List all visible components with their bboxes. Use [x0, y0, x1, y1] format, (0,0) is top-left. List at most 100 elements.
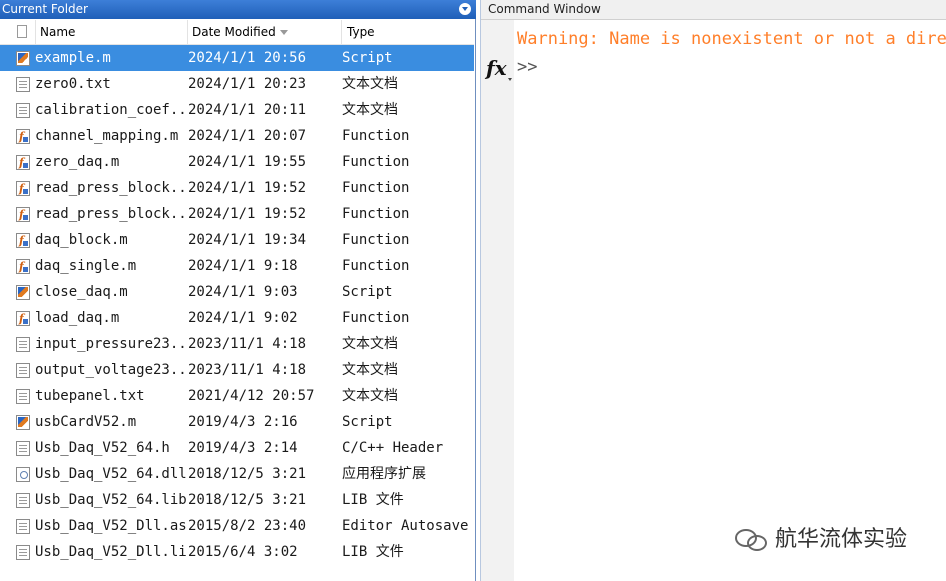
file-row[interactable]: Usb_Daq_V52_64.lib 2018/12/5 3:21 LIB 文件: [0, 487, 474, 513]
column-header-icon[interactable]: [0, 20, 36, 44]
file-date-modified: 2018/12/5 3:21: [188, 466, 307, 482]
file-type: Function: [342, 154, 410, 170]
file-type: Function: [342, 180, 410, 196]
file-date-modified: 2024/1/1 9:02: [188, 310, 298, 326]
script-icon: [16, 51, 30, 66]
command-window-titlebar[interactable]: Command Window: [481, 0, 946, 20]
function-icon: [16, 181, 30, 196]
file-date-modified: 2024/1/1 19:55: [188, 154, 307, 170]
file-row[interactable]: input_pressure23... 2023/11/1 4:18 文本文档: [0, 331, 474, 357]
file-row[interactable]: load_daq.m 2024/1/1 9:02 Function: [0, 305, 474, 331]
file-row[interactable]: Usb_Daq_V52_Dll.asv 2015/8/2 23:40 Editor …: [0, 513, 474, 539]
file-date-modified: 2015/8/2 23:40: [188, 518, 307, 534]
text-file-icon: [16, 441, 30, 456]
file-name: load_daq.m: [35, 310, 120, 326]
file-name: daq_single.m: [35, 258, 137, 274]
file-date-modified: 2019/4/3 2:14: [188, 440, 298, 456]
file-row[interactable]: read_press_block...2024/1/1 19:52 Functio…: [0, 201, 474, 227]
function-browser-icon[interactable]: fx: [486, 56, 507, 80]
file-row[interactable]: Usb_Daq_V52_Dll.lib 2015/6/4 3:02 LIB 文件: [0, 539, 474, 565]
file-row[interactable]: output_voltage23... 2023/11/1 4:18 文本文档: [0, 357, 474, 383]
file-name: Usb_Daq_V52_Dll.lib: [35, 544, 187, 560]
text-file-icon: [16, 363, 30, 378]
function-icon: [16, 259, 30, 274]
file-date-modified: 2023/11/1 4:18: [188, 336, 307, 352]
function-icon: [16, 155, 30, 170]
file-name: tubepanel.txt: [35, 388, 145, 404]
file-type: 应用程序扩展: [342, 466, 426, 482]
file-list: example.m 2024/1/1 20:56 Script zero0.txt 20…: [0, 45, 474, 565]
file-row[interactable]: zero_daq.m 2024/1/1 19:55 Function: [0, 149, 474, 175]
file-name: Usb_Daq_V52_64.dll: [35, 466, 187, 482]
file-type: Function: [342, 128, 410, 144]
text-file-icon: [16, 103, 30, 118]
text-file-icon: [16, 389, 30, 404]
file-name: output_voltage23...: [35, 362, 187, 378]
file-row[interactable]: calibration_coef... 2024/1/1 20:11 文本文档: [0, 97, 474, 123]
file-date-modified: 2024/1/1 19:52: [188, 180, 307, 196]
file-name: read_press_block...: [35, 180, 187, 196]
file-date-modified: 2024/1/1 9:18: [188, 258, 298, 274]
file-row[interactable]: usbCardV52.m 2019/4/3 2:16 Script: [0, 409, 474, 435]
file-row[interactable]: Usb_Daq_V52_64.h 2019/4/3 2:14 C/C++ Heade…: [0, 435, 474, 461]
panel-actions-menu-icon[interactable]: [459, 3, 471, 15]
text-file-icon: [16, 545, 30, 560]
file-date-modified: 2018/12/5 3:21: [188, 492, 307, 508]
file-type: Editor Autosave: [342, 518, 469, 534]
column-header-type[interactable]: Type: [342, 20, 474, 44]
file-date-modified: 2024/1/1 9:03: [188, 284, 298, 300]
function-icon: [16, 207, 30, 222]
file-type: 文本文档: [342, 102, 398, 118]
watermark-text: 航华流体实验: [775, 527, 908, 552]
column-header-name[interactable]: Name: [36, 20, 188, 44]
file-row[interactable]: channel_mapping.m 2024/1/1 20:07 Function: [0, 123, 474, 149]
text-file-icon: [16, 493, 30, 508]
file-date-modified: 2024/1/1 20:23: [188, 76, 307, 92]
current-folder-title: Current Folder: [2, 2, 88, 16]
file-name: close_daq.m: [35, 284, 128, 300]
file-date-modified: 2024/1/1 19:34: [188, 232, 307, 248]
column-header-date-label: Date Modified: [192, 25, 276, 39]
command-window-title: Command Window: [488, 2, 601, 16]
file-name: zero0.txt: [35, 76, 111, 92]
file-date-modified: 2024/1/1 20:07: [188, 128, 307, 144]
file-name: input_pressure23...: [35, 336, 187, 352]
chevron-down-icon[interactable]: [508, 78, 512, 81]
column-header-name-label: Name: [40, 25, 76, 39]
current-folder-titlebar[interactable]: Current Folder: [0, 0, 476, 19]
column-header-type-label: Type: [347, 25, 375, 39]
file-row[interactable]: daq_block.m 2024/1/1 19:34 Function: [0, 227, 474, 253]
file-date-modified: 2024/1/1 19:52: [188, 206, 307, 222]
command-prompt[interactable]: >>: [517, 56, 537, 78]
file-type: Function: [342, 232, 410, 248]
file-type: C/C++ Header: [342, 440, 444, 456]
file-row[interactable]: Usb_Daq_V52_64.dll 2018/12/5 3:21 应用程序扩展: [0, 461, 474, 487]
column-header-date-modified[interactable]: Date Modified: [188, 20, 342, 44]
file-type: Function: [342, 310, 410, 326]
file-row[interactable]: example.m 2024/1/1 20:56 Script: [0, 45, 474, 71]
file-row[interactable]: tubepanel.txt 2021/4/12 20:57 文本文档: [0, 383, 474, 409]
file-type: Function: [342, 206, 410, 222]
file-row[interactable]: read_press_block...2024/1/1 19:52 Functio…: [0, 175, 474, 201]
file-name: channel_mapping.m: [35, 128, 179, 144]
text-file-icon: [16, 337, 30, 352]
file-name: calibration_coef...: [35, 102, 187, 118]
file-name: Usb_Daq_V52_64.lib: [35, 492, 187, 508]
file-date-modified: 2021/4/12 20:57: [188, 388, 315, 404]
file-row[interactable]: daq_single.m 2024/1/1 9:18 Function: [0, 253, 474, 279]
file-row[interactable]: zero0.txt 2024/1/1 20:23 文本文档: [0, 71, 474, 97]
file-type-icon: [17, 25, 27, 38]
file-date-modified: 2024/1/1 20:56: [188, 50, 307, 66]
command-window-panel[interactable]: Command Window fx Warning: Name is nonex…: [480, 0, 946, 581]
sort-descending-icon: [279, 30, 288, 35]
file-type: Script: [342, 414, 393, 430]
file-type: LIB 文件: [342, 544, 404, 560]
file-date-modified: 2023/11/1 4:18: [188, 362, 307, 378]
script-icon: [16, 285, 30, 300]
watermark: 航华流体实验: [735, 524, 907, 556]
file-row[interactable]: close_daq.m 2024/1/1 9:03 Script: [0, 279, 474, 305]
text-file-icon: [16, 519, 30, 534]
file-name: read_press_block...: [35, 206, 187, 222]
column-header-row: Name Date Modified Type: [0, 20, 474, 45]
function-icon: [16, 233, 30, 248]
